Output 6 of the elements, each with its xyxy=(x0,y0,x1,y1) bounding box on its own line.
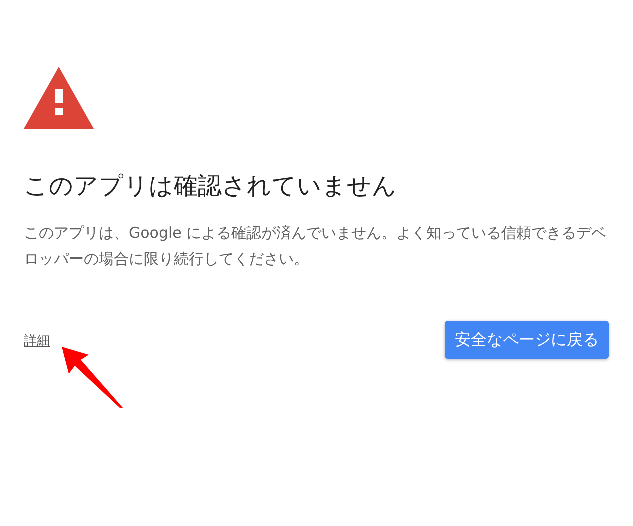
back-to-safety-button[interactable]: 安全なページに戻る xyxy=(445,321,609,359)
details-link[interactable]: 詳細 xyxy=(24,332,50,350)
warning-icon xyxy=(24,67,94,129)
warning-message: このアプリは、Google による確認が済んでいません。よく知っている信頼できるデベロッパーの場合に限り続行してください。 xyxy=(24,223,608,270)
annotation-arrow xyxy=(62,347,124,409)
page-title: このアプリは確認されていません xyxy=(24,171,398,202)
